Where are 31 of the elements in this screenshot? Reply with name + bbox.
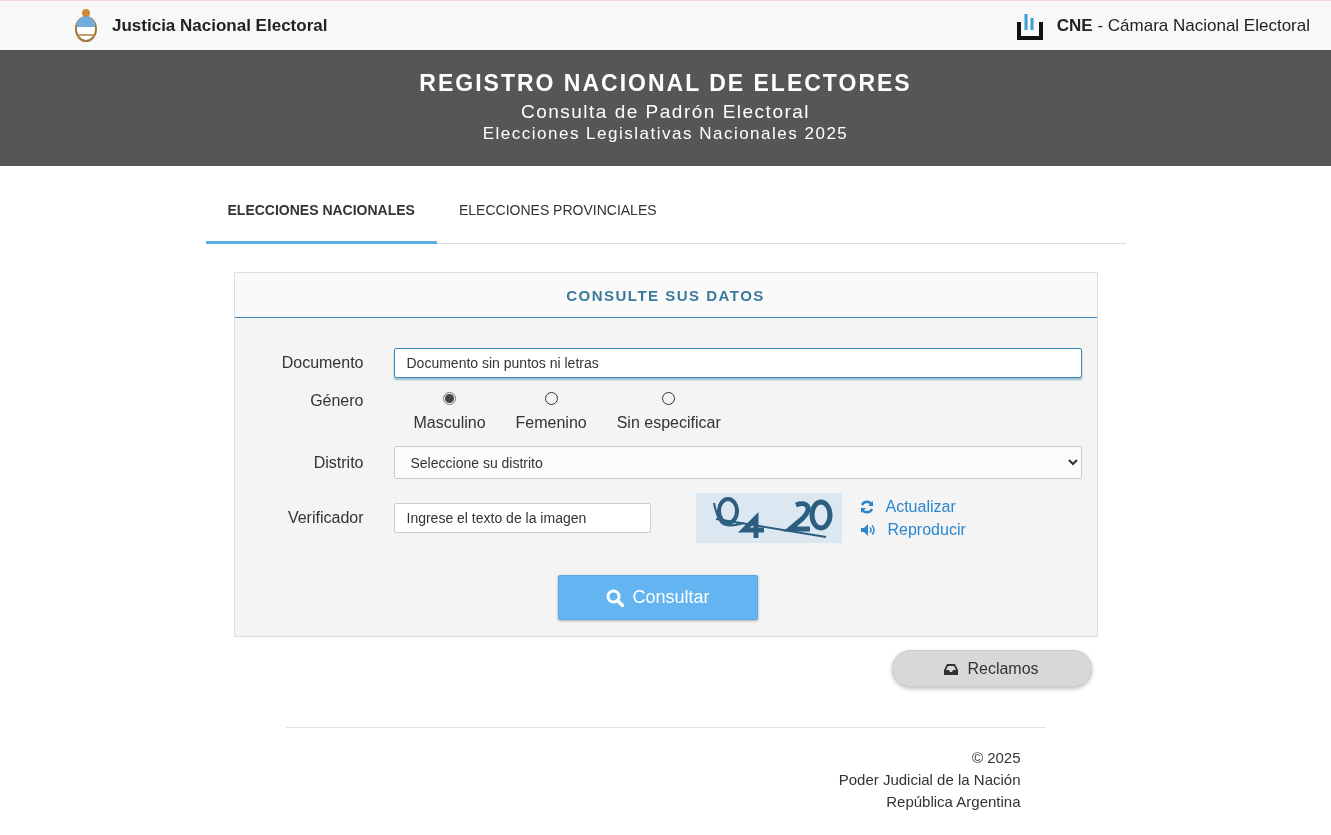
field-label: Documento xyxy=(280,354,364,372)
footer-text: © 2025 xyxy=(971,749,1021,766)
field-label: Género xyxy=(309,392,364,410)
banner-subtitle: Consulta de Padrón Electoral xyxy=(520,101,811,123)
audio-link[interactable]: Reproducir xyxy=(859,520,966,539)
refresh-link[interactable]: Actualizar xyxy=(859,497,966,516)
radio-option[interactable]: Sin especificar xyxy=(596,392,731,432)
captcha-input[interactable]: Ingrese el texto de la imagen xyxy=(393,503,651,533)
banner-title: REGISTRO NACIONAL DE ELECTORES xyxy=(419,70,912,97)
inbox-icon xyxy=(944,662,959,675)
speaker-icon xyxy=(859,522,876,537)
card-title: CONSULTE SUS DATOS xyxy=(566,286,765,304)
radio-option[interactable]: Masculino xyxy=(393,392,496,432)
footer-text: República Argentina xyxy=(886,793,1021,810)
refresh-icon xyxy=(859,499,874,514)
election-name: Elecciones Legislativas Nacionales 2025 xyxy=(482,124,849,144)
claims-button[interactable]: Reclamos xyxy=(891,650,1092,687)
document-input[interactable]: Documento sin puntos ni letras xyxy=(393,348,1082,378)
district-select[interactable]: Seleccione su distrito xyxy=(393,446,1082,479)
footer-text: Poder Judicial de la Nación xyxy=(838,771,1021,788)
institution-title: CNE - Cámara Nacional Electoral xyxy=(1056,15,1310,36)
logo-icon xyxy=(1016,11,1043,40)
search-icon xyxy=(606,588,625,607)
tab[interactable]: ELECCIONES NACIONALES xyxy=(205,186,437,244)
field-label: Verificador xyxy=(286,509,364,527)
radio-option[interactable]: Femenino xyxy=(495,392,597,432)
field-label: Distrito xyxy=(312,453,364,472)
radio-button[interactable] xyxy=(443,392,456,405)
site-title: Justicia Nacional Electoral xyxy=(112,15,328,36)
coat-of-arms-icon xyxy=(74,6,98,45)
tab[interactable]: ELECCIONES PROVINCIALES xyxy=(436,186,679,244)
